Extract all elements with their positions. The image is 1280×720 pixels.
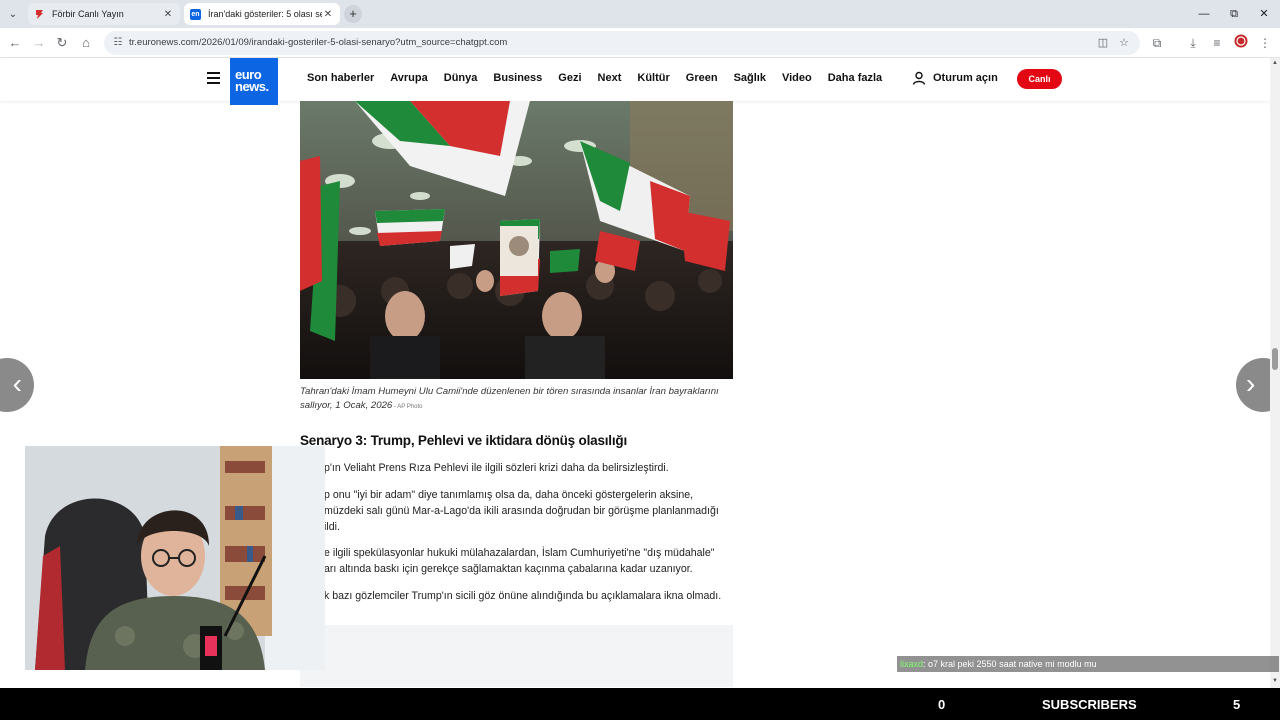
minimize-icon[interactable]: — [1192,5,1216,23]
section-heading: Senaryo 3: Trump, Pehlevi ve iktidara dö… [300,433,628,448]
chat-username: lixaxd [900,659,924,669]
menu-kebab-icon[interactable]: ⋮ [1256,34,1274,52]
reading-list-icon[interactable]: ≡ [1208,34,1226,52]
nav-avrupa[interactable]: Avrupa [390,72,428,84]
url-text[interactable]: tr.euronews.com/2026/01/09/irandaki-gost… [129,37,507,48]
site-info-icon[interactable]: ☷ [111,36,125,50]
paragraph-line: k bazı gözlemciler Trump'ın sicili göz ö… [324,590,722,602]
paragraph-3: e ilgili spekülasyonlar hukuki mülahazal… [300,545,730,577]
extensions-icon[interactable]: ⧉ [1148,34,1166,52]
previous-article-arrow-icon[interactable]: ‹ [0,358,34,412]
forbir-favicon-icon [34,9,45,20]
tab-euronews-article[interactable]: en İran'daki gösteriler: 5 olası sena ✕ [184,3,340,25]
bookmark-star-icon[interactable]: ☆ [1117,36,1131,50]
paragraph-line: p onu "iyi bir adam" diye tanımlamış ols… [324,489,694,501]
tab-forbir-live[interactable]: Förbir Canlı Yayın ✕ [28,3,180,25]
reload-icon[interactable]: ↻ [53,34,71,52]
nav-daha-fazla[interactable]: Daha fazla [828,72,882,84]
tab-title: Förbir Canlı Yayın [52,9,124,19]
chat-text: : o7 kral peki 2550 saat native mi modlu… [923,659,1097,669]
euronews-favicon-icon: en [190,8,201,20]
download-icon[interactable]: ⤓ [1184,34,1202,52]
paragraph-line: müzdeki salı günü Mar-a-Lago'da ikili ar… [324,505,719,517]
nav-next[interactable]: Next [598,72,622,84]
tab-strip: ⌄ Förbir Canlı Yayın ✕ en İran'daki göst… [0,0,1280,28]
browser-toolbar: ← → ↻ ⌂ ☷ tr.euronews.com/2026/01/09/ira… [0,28,1280,58]
signin-label: Oturum açın [933,72,998,84]
nav-dunya[interactable]: Dünya [444,72,478,84]
profile-avatar-icon[interactable] [1232,34,1250,52]
tab-close-icon[interactable]: ✕ [162,9,174,20]
nav-business[interactable]: Business [493,72,542,84]
tab-search-chevron-icon[interactable]: ⌄ [4,5,22,23]
hamburger-menu-icon[interactable] [207,72,220,84]
euronews-logo[interactable]: euro news. [230,58,278,105]
nav-son-haberler[interactable]: Son haberler [307,72,374,84]
subscribers-label: SUBSCRIBERS [1042,697,1137,712]
paragraph-line: p'ın Veliaht Prens Rıza Pehlevi ile ilgi… [324,462,669,474]
page-scrollbar[interactable]: ▲ ▼ [1270,58,1280,688]
back-icon[interactable]: ← [6,34,24,52]
caption-text: Tahran'daki İmam Humeyni Ulu Camii'nde d… [300,386,719,411]
subscriber-count-left: 0 [938,697,946,712]
subscriber-count-right: 5 [1233,697,1241,712]
main-nav: Son haberler Avrupa Dünya Business Gezi … [307,72,898,84]
site-header: euro news. Son haberler Avrupa Dünya Bus… [0,58,1270,105]
paragraph-line: e ilgili spekülasyonlar hukuki mülahazal… [324,547,715,559]
article-photo [300,101,733,379]
window-close-icon[interactable]: ✕ [1252,5,1276,23]
paragraph-line: arı altında baskı için gerekçe sağlamakt… [324,563,693,575]
paragraph-4: k bazı gözlemciler Trump'ın sicili göz ö… [300,588,730,604]
scroll-up-icon[interactable]: ▲ [1270,60,1280,66]
photo-caption: Tahran'daki İmam Humeyni Ulu Camii'nde d… [300,385,740,414]
paragraph-1: p'ın Veliaht Prens Rıza Pehlevi ile ilgi… [300,460,730,476]
nav-saglik[interactable]: Sağlık [734,72,766,84]
new-tab-button[interactable]: + [344,5,362,23]
restore-icon[interactable]: ⧉ [1222,5,1246,23]
stream-subscriber-bar: 0 SUBSCRIBERS 5 [0,688,1280,720]
nav-gezi[interactable]: Gezi [558,72,581,84]
forward-icon[interactable]: → [30,34,48,52]
paragraph-line: ildi. [324,521,340,533]
user-icon [912,71,926,85]
logo-line-2: news. [235,79,269,94]
tab-close-icon[interactable]: ✕ [322,9,334,20]
address-bar[interactable]: ☷ tr.euronews.com/2026/01/09/irandaki-go… [104,31,1140,55]
tab-title: İran'daki gösteriler: 5 olası sena [208,9,322,19]
ad-placeholder [300,625,733,687]
home-icon[interactable]: ⌂ [77,34,95,52]
scroll-down-icon[interactable]: ▼ [1270,678,1280,684]
nav-green[interactable]: Green [686,72,718,84]
nav-video[interactable]: Video [782,72,812,84]
nav-kultur[interactable]: Kültür [637,72,669,84]
caption-credit: - AP Photo [392,403,423,410]
chat-message: lixaxd: o7 kral peki 2550 saat native mi… [897,656,1279,672]
live-button[interactable]: Canlı [1017,69,1062,89]
scroll-thumb[interactable] [1272,348,1278,370]
install-app-icon[interactable]: ◫ [1096,36,1110,50]
signin-button[interactable]: Oturum açın [912,71,998,85]
webcam-overlay [25,446,325,670]
paragraph-2: p onu "iyi bir adam" diye tanımlamış ols… [300,487,730,535]
